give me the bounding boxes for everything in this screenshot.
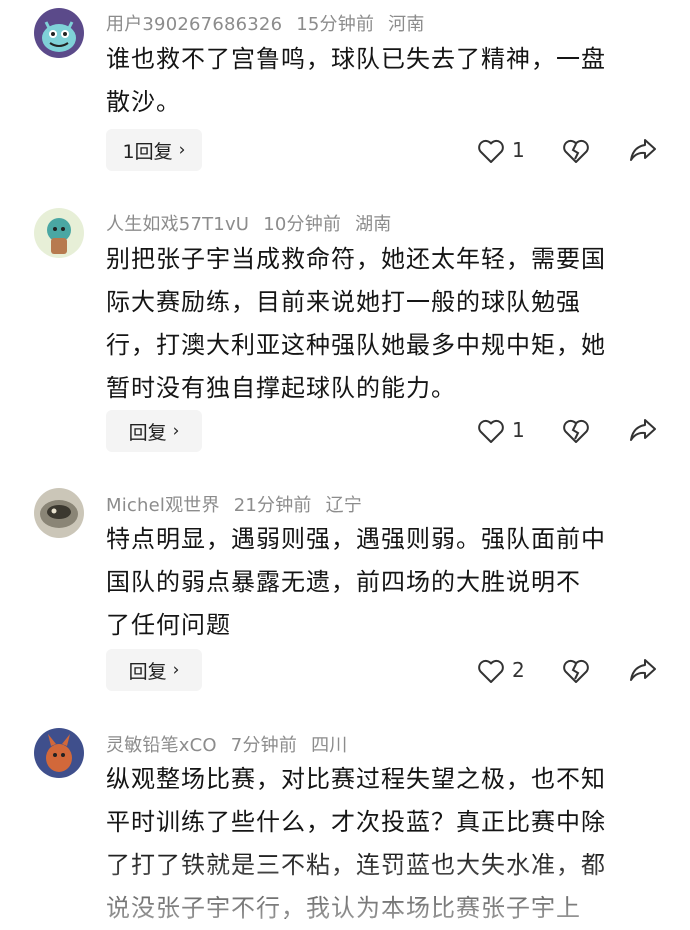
comment-meta: Michel观世界 21分钟前 辽宁 (106, 491, 376, 517)
broken-heart-icon[interactable] (562, 657, 590, 685)
cartoon-avatar-icon[interactable] (34, 208, 84, 258)
comment-text: 特点明显，遇弱则强，遇强则弱。强队面前中 国队的弱点暴露无遗，前四场的大胜说明不… (106, 525, 606, 639)
timestamp: 15分钟前 (296, 14, 375, 35)
username[interactable]: 用户390267686326 (106, 14, 282, 35)
username[interactable]: Michel观世界 (106, 495, 220, 516)
timestamp: 21分钟前 (233, 495, 312, 516)
username[interactable]: 灵敏铅笔xCO (106, 735, 217, 756)
like-count: 1 (512, 138, 525, 162)
location: 湖南 (355, 214, 392, 235)
heart-outline-icon[interactable] (477, 138, 505, 164)
comment-text: 谁也救不了宫鲁鸣，球队已失去了精神，一盘 散沙。 (106, 45, 606, 116)
reply-button[interactable]: 1回复 › (106, 129, 202, 171)
comment-meta: 灵敏铅笔xCO 7分钟前 四川 (106, 731, 361, 757)
timestamp: 10分钟前 (263, 214, 342, 235)
comment-text: 纵观整场比赛，对比赛过程失望之极，也不知 平时训练了些什么，才次投蓝？真正比赛中… (106, 765, 606, 922)
heart-outline-icon[interactable] (477, 418, 505, 444)
like-count: 2 (512, 658, 525, 682)
share-arrow-icon[interactable] (628, 417, 658, 443)
reply-button[interactable]: 回复 › (106, 649, 202, 691)
photo-avatar-icon[interactable] (34, 488, 84, 538)
monster-avatar-icon[interactable] (34, 8, 84, 58)
location: 辽宁 (325, 495, 363, 516)
heart-outline-icon[interactable] (477, 658, 505, 684)
timestamp: 7分钟前 (230, 735, 298, 756)
animal-avatar-icon[interactable] (34, 728, 84, 778)
share-arrow-icon[interactable] (628, 657, 658, 683)
chevron-right-icon: › (172, 660, 180, 680)
broken-heart-icon[interactable] (562, 417, 590, 445)
comment-meta: 用户390267686326 15分钟前 河南 (106, 10, 439, 36)
broken-heart-icon[interactable] (562, 137, 590, 165)
reply-button[interactable]: 回复 › (106, 410, 202, 452)
chevron-right-icon: › (172, 421, 180, 441)
username[interactable]: 人生如戏57T1vU (106, 214, 249, 235)
share-arrow-icon[interactable] (628, 137, 658, 163)
comment-meta: 人生如戏57T1vU 10分钟前 湖南 (106, 210, 406, 236)
location: 四川 (311, 735, 348, 756)
chevron-right-icon: › (178, 140, 186, 160)
like-count: 1 (512, 418, 525, 442)
comment-text: 别把张子宇当成救命符，她还太年轻，需要国 际大赛励练，目前来说她打一般的球队勉强… (106, 245, 606, 402)
location: 河南 (388, 14, 425, 35)
